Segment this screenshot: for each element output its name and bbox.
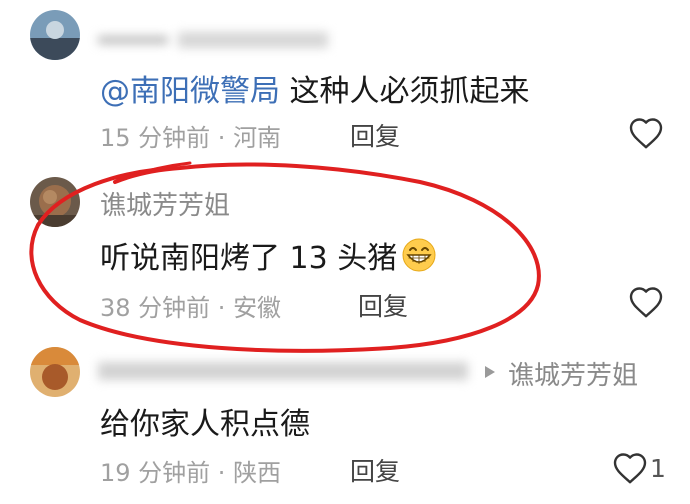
heart-outline-icon: [629, 287, 663, 318]
comment-location: 陕西: [233, 459, 282, 487]
mention-link[interactable]: @南阳微警局: [100, 74, 280, 109]
comment-1: @南阳微警局 这种人必须抓起来 15 分钟前 · 河南 回复: [0, 0, 690, 165]
comment-text: @南阳微警局 这种人必须抓起来: [100, 74, 530, 109]
avatar[interactable]: [30, 177, 80, 227]
play-triangle-icon: [485, 366, 495, 378]
avatar[interactable]: [30, 347, 80, 397]
comment-time: 15 分钟前: [100, 124, 211, 152]
reply-button[interactable]: 回复: [350, 117, 400, 153]
comment-meta: 19 分钟前 · 陕西: [100, 459, 282, 487]
comment-2: 谯城芳芳姐 听说南阳烤了 13 头猪 38 分钟前 · 安徽 回复: [0, 165, 690, 335]
reply-button[interactable]: 回复: [350, 452, 400, 488]
comment-meta: 38 分钟前 · 安徽: [100, 294, 282, 322]
comment-meta: 15 分钟前 · 河南: [100, 124, 282, 152]
grinning-face-emoji: [402, 238, 436, 272]
like-button[interactable]: [628, 285, 666, 319]
comment-3: 谯城芳芳姐 给你家人积点德 19 分钟前 · 陕西 回复 1: [0, 335, 690, 504]
reply-button[interactable]: 回复: [358, 287, 408, 323]
username-redacted[interactable]: [98, 30, 328, 50]
comment-text: 给你家人积点德: [100, 407, 310, 442]
username-redacted[interactable]: [98, 359, 468, 383]
avatar[interactable]: [30, 10, 80, 60]
comment-location: 安徽: [233, 294, 282, 322]
reply-to-username[interactable]: 谯城芳芳姐: [508, 355, 638, 392]
like-count: 1: [650, 453, 666, 483]
like-button[interactable]: 1: [612, 451, 666, 485]
comment-time: 19 分钟前: [100, 459, 211, 487]
comment-time: 38 分钟前: [100, 294, 211, 322]
comment-location: 河南: [233, 124, 282, 152]
heart-outline-icon: [629, 118, 663, 149]
heart-outline-icon: [613, 453, 647, 484]
like-button[interactable]: [628, 116, 666, 150]
comment-text: 听说南阳烤了 13 头猪: [100, 233, 437, 277]
username[interactable]: 谯城芳芳姐: [100, 185, 230, 222]
